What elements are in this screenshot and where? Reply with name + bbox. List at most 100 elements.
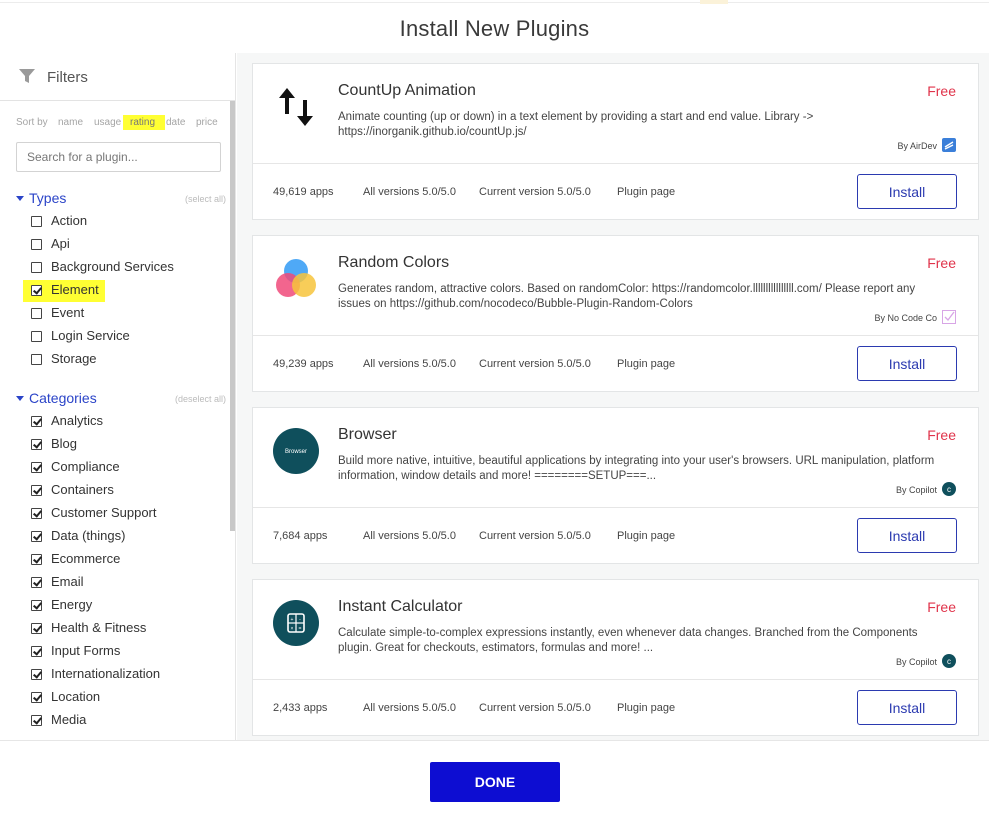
category-checkbox-row[interactable]: Ecommerce — [31, 550, 226, 570]
checkbox[interactable] — [31, 354, 42, 365]
plugin-price: Free — [927, 599, 956, 615]
category-checkbox-row[interactable]: Input Forms — [31, 642, 226, 662]
checkbox[interactable] — [31, 262, 42, 273]
plugin-current-version-rating: Current version 5.0/5.0 — [479, 186, 591, 198]
checkbox-checked[interactable] — [31, 462, 42, 473]
author-name: By Copilot — [895, 657, 937, 667]
plugin-card[interactable]: Random Colors Free Generates random, attra… — [252, 235, 979, 392]
plugin-page-link[interactable]: Plugin page — [617, 702, 675, 714]
plugin-app-count: 49,239 apps — [273, 358, 334, 370]
checkbox-checked[interactable] — [31, 439, 42, 450]
checkbox-checked[interactable] — [31, 646, 42, 657]
filter-funnel-icon — [19, 69, 35, 83]
checkbox-checked[interactable] — [31, 623, 42, 634]
plugin-author[interactable]: By AirDev — [897, 138, 956, 154]
plugin-search-input[interactable] — [16, 142, 221, 172]
category-checkbox-row[interactable]: Containers — [31, 481, 226, 501]
plugin-card[interactable]: CountUp Animation Free Animate counting (u… — [252, 63, 979, 220]
copilot-icon: c — [942, 482, 956, 498]
plugin-card[interactable]: Browser Browser Free Build more native, int… — [252, 407, 979, 564]
checkbox[interactable] — [31, 239, 42, 250]
plugin-name[interactable]: Instant Calculator — [338, 598, 463, 616]
category-label: Media — [51, 712, 87, 727]
install-button[interactable]: Install — [857, 518, 957, 553]
type-checkbox-row[interactable]: Action — [31, 212, 226, 232]
checkbox-checked[interactable] — [31, 416, 42, 427]
type-checkbox-row[interactable]: Storage — [31, 350, 226, 370]
category-checkbox-row[interactable]: Data (things) — [31, 527, 226, 547]
plugin-name[interactable]: CountUp Animation — [338, 82, 476, 100]
categories-section-header[interactable]: Categories (deselect all) — [16, 390, 226, 408]
plugin-price: Free — [927, 427, 956, 443]
category-label: Containers — [51, 482, 114, 497]
svg-text:×: × — [291, 626, 294, 632]
top-divider-accent — [700, 0, 728, 4]
plugin-card-footer: 49,239 apps All versions 5.0/5.0 Current v… — [253, 336, 978, 392]
checkbox-checked[interactable] — [31, 485, 42, 496]
checkbox-checked[interactable] — [31, 285, 42, 296]
checkbox-checked[interactable] — [31, 554, 42, 565]
checkbox-checked[interactable] — [31, 600, 42, 611]
plugin-description: Calculate simple-to-complex expressions … — [338, 627, 918, 654]
category-checkbox-row[interactable]: Customer Support — [31, 504, 226, 524]
plugin-name[interactable]: Browser — [338, 426, 397, 444]
done-button[interactable]: DONE — [430, 762, 560, 802]
sort-option-price[interactable]: price — [196, 117, 218, 128]
category-label: Input Forms — [51, 643, 121, 658]
author-name: By Copilot — [895, 485, 937, 495]
plugin-card[interactable]: + - × = Instant Calculator Free Calculate simp… — [252, 579, 979, 736]
sidebar-scrollbar[interactable] — [230, 101, 235, 531]
type-checkbox-row[interactable]: Login Service — [31, 327, 226, 347]
install-button[interactable]: Install — [857, 690, 957, 725]
checkbox-checked[interactable] — [31, 715, 42, 726]
checkbox-checked[interactable] — [31, 692, 42, 703]
category-label: Customer Support — [51, 505, 157, 520]
checkbox[interactable] — [31, 331, 42, 342]
checkbox-checked[interactable] — [31, 508, 42, 519]
checkbox-checked[interactable] — [31, 577, 42, 588]
checkbox[interactable] — [31, 216, 42, 227]
category-checkbox-row[interactable]: Internationalization — [31, 665, 226, 685]
type-checkbox-row[interactable]: Event — [31, 304, 226, 324]
category-label: Email — [51, 574, 84, 589]
plugin-card-header: Browser Browser Free Build more native, int… — [253, 408, 978, 508]
plugin-page-link[interactable]: Plugin page — [617, 186, 675, 198]
category-checkbox-row[interactable]: Email — [31, 573, 226, 593]
category-checkbox-row[interactable]: Blog — [31, 435, 226, 455]
type-checkbox-row[interactable]: Element — [23, 280, 226, 302]
sort-option-name[interactable]: name — [58, 117, 83, 128]
plugin-all-versions-rating: All versions 5.0/5.0 — [363, 186, 456, 198]
plugin-author[interactable]: By Copilot c — [896, 482, 956, 498]
plugin-page-link[interactable]: Plugin page — [617, 358, 675, 370]
category-checkbox-row[interactable]: Energy — [31, 596, 226, 616]
plugin-author[interactable]: By Copilot c — [896, 654, 956, 670]
install-button[interactable]: Install — [857, 346, 957, 381]
category-checkbox-row[interactable]: Media — [31, 711, 226, 731]
category-checkbox-row[interactable]: Health & Fitness — [31, 619, 226, 639]
category-checkbox-row[interactable]: Location — [31, 688, 226, 708]
plugin-app-count: 49,619 apps — [273, 186, 334, 198]
checkbox-checked[interactable] — [31, 531, 42, 542]
plugin-name[interactable]: Random Colors — [338, 254, 449, 272]
type-label: Background Services — [51, 259, 174, 274]
category-checkbox-row[interactable]: Analytics — [31, 412, 226, 432]
checkbox-checked[interactable] — [31, 669, 42, 680]
plugin-author[interactable]: By No Code Co — [874, 310, 956, 326]
caret-down-icon — [16, 396, 24, 401]
types-section-header[interactable]: Types (select all) — [16, 190, 226, 208]
categories-title: Categories — [29, 390, 97, 406]
install-button[interactable]: Install — [857, 174, 957, 209]
plugin-page-link[interactable]: Plugin page — [617, 530, 675, 542]
checkbox[interactable] — [31, 308, 42, 319]
footer-divider — [0, 740, 989, 741]
category-checkbox-row[interactable]: Compliance — [31, 458, 226, 478]
plugin-all-versions-rating: All versions 5.0/5.0 — [363, 530, 456, 542]
sort-option-rating[interactable]: rating — [130, 117, 155, 128]
type-checkbox-row[interactable]: Background Services — [31, 258, 226, 278]
types-select-all[interactable]: (select all) — [185, 194, 226, 204]
sort-option-usage[interactable]: usage — [94, 117, 121, 128]
plugin-card-header: + - × = Instant Calculator Free Calculate simp… — [253, 580, 978, 680]
categories-deselect-all[interactable]: (deselect all) — [175, 394, 226, 404]
sort-option-date[interactable]: date — [166, 117, 185, 128]
type-checkbox-row[interactable]: Api — [31, 235, 226, 255]
